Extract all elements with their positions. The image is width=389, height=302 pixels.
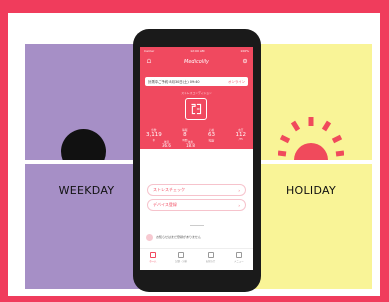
avatar <box>146 233 153 241</box>
stat-blood-pressure[interactable]: 血圧 112 /75 <box>235 128 246 142</box>
menu-icon <box>235 252 242 258</box>
holiday-label: HOLIDAY <box>285 184 337 197</box>
message-icon <box>207 252 214 258</box>
setting-sun-icon <box>61 129 106 160</box>
stress-caption: ストレスコンディション <box>181 91 212 95</box>
status-bar: Carrier 12:00 AM 100% <box>144 49 249 53</box>
holiday-panel: HOLIDAY <box>250 44 372 289</box>
stat-weight[interactable]: 体重 18.8 kg <box>186 140 195 152</box>
appointment-label: 計測中ご予約 <box>148 80 169 84</box>
device-register-button[interactable]: デバイス登録 › <box>147 199 246 211</box>
horizon-divider <box>250 160 372 164</box>
chevron-right-icon: › <box>238 202 240 208</box>
stats-row-secondary: 体温 36.6 ℃ 体重 18.8 kg — <box>162 139 214 152</box>
clock-text: 12:00 AM <box>190 49 205 53</box>
weekday-panel: WEEKDAY <box>25 44 148 289</box>
tab-menu[interactable]: メニュー <box>234 252 244 263</box>
carrier-text: Carrier <box>144 49 155 53</box>
stress-check-label: ストレスチェック <box>153 187 185 192</box>
app-title: Medicolily <box>184 59 209 65</box>
pull-handle[interactable] <box>190 225 204 226</box>
appointment-online-link[interactable]: オンライン <box>228 79 245 84</box>
stat-extra[interactable]: — <box>210 139 214 152</box>
battery-text: 100% <box>240 49 249 53</box>
appointment-date: 8月30日(土) 09:40 <box>169 80 200 84</box>
stress-face-icon[interactable] <box>185 98 207 120</box>
appointment-bar[interactable]: 計測中ご予約 8月30日(土) 09:40 オンライン <box>145 77 248 86</box>
chart-icon <box>178 252 185 258</box>
horizon-divider <box>25 160 148 164</box>
rising-sun-icon <box>278 117 344 160</box>
notice-text: お知らせはまだ登録がありません <box>156 235 201 239</box>
stat-temperature[interactable]: 体温 36.6 ℃ <box>162 140 171 152</box>
stat-steps[interactable]: 歩数 3,119 歩 <box>146 128 162 142</box>
tab-records[interactable]: 記録・分析 <box>175 252 187 263</box>
stress-check-button[interactable]: ストレスチェック › <box>147 184 246 196</box>
tab-bar: ホーム 記録・分析 お知らせ メニュー <box>140 248 253 270</box>
chevron-right-icon: › <box>238 187 240 193</box>
home-icon <box>149 252 156 258</box>
device-register-label: デバイス登録 <box>153 202 177 207</box>
weekday-label: WEEKDAY <box>58 184 115 197</box>
notice-item[interactable]: お知らせはまだ登録がありません <box>146 232 247 242</box>
app-header: Carrier 12:00 AM 100% Medicolily 計測中ご予約 … <box>140 47 253 152</box>
tab-home[interactable]: ホーム <box>149 252 156 263</box>
phone-screen: Carrier 12:00 AM 100% Medicolily 計測中ご予約 … <box>140 47 253 270</box>
tab-news[interactable]: お知らせ <box>206 252 215 263</box>
gear-icon[interactable] <box>242 58 248 64</box>
